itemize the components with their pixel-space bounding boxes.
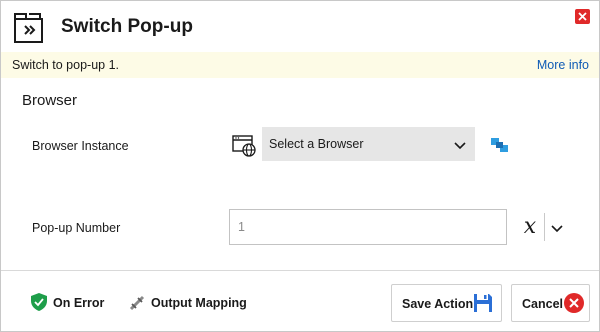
link-browser-icon[interactable] xyxy=(490,135,510,155)
variable-picker-button[interactable]: x xyxy=(517,213,543,241)
close-icon[interactable] xyxy=(575,9,590,24)
cancel-button[interactable]: Cancel xyxy=(511,284,590,322)
dialog-title: Switch Pop-up xyxy=(61,16,193,37)
save-action-label: Save Action xyxy=(402,297,474,311)
footer-divider xyxy=(1,270,599,271)
browser-instance-label: Browser Instance xyxy=(32,139,129,153)
on-error-button[interactable]: On Error xyxy=(53,296,104,310)
output-mapping-button[interactable]: Output Mapping xyxy=(151,296,247,310)
popup-number-label: Pop-up Number xyxy=(32,221,121,235)
cancel-x-icon xyxy=(564,293,584,313)
output-mapping-icon[interactable] xyxy=(128,294,146,312)
save-action-button[interactable]: Save Action xyxy=(391,284,502,322)
chevron-down-icon[interactable] xyxy=(551,221,563,233)
title-bar: Switch Pop-up xyxy=(1,1,599,52)
more-info-link[interactable]: More info xyxy=(537,58,589,72)
action-description: Switch to pop-up 1. xyxy=(12,58,120,72)
switch-popup-dialog: Switch Pop-up Switch to pop-up 1. More i… xyxy=(0,0,600,332)
popup-number-value: 1 xyxy=(238,220,245,234)
cancel-label: Cancel xyxy=(522,297,563,311)
popup-number-input[interactable]: 1 xyxy=(229,209,507,245)
browser-globe-icon xyxy=(232,134,258,158)
section-title-browser: Browser xyxy=(22,92,78,109)
chevron-down-icon xyxy=(454,138,466,150)
shield-check-icon[interactable] xyxy=(31,293,47,311)
browser-select-value: Select a Browser xyxy=(269,137,364,151)
divider xyxy=(544,213,545,241)
floppy-disk-icon xyxy=(473,293,493,313)
info-bar: Switch to pop-up 1. More info xyxy=(1,52,599,78)
switch-window-icon xyxy=(12,11,50,45)
browser-instance-select[interactable]: Select a Browser xyxy=(262,127,475,161)
